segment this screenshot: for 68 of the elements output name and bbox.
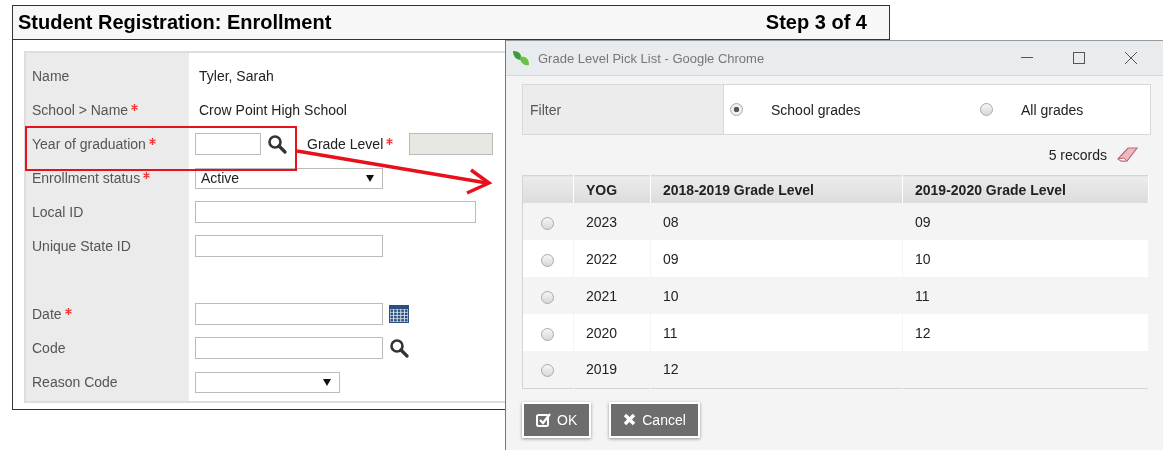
page-title: Student Registration: Enrollment (18, 11, 332, 34)
table-cell: 2019 (586, 361, 618, 378)
table-cell: 09 (915, 213, 931, 230)
dropdown[interactable] (195, 371, 340, 393)
calendar-icon[interactable] (389, 305, 409, 323)
table-cell: 12 (663, 361, 679, 378)
eraser-icon[interactable] (1117, 146, 1139, 164)
radio-button[interactable] (980, 103, 993, 116)
record-count: 5 records (1048, 147, 1107, 163)
field-label: Enrollment status (32, 170, 151, 186)
input-field[interactable] (195, 133, 261, 155)
column-header: 2019-2020 Grade Level (902, 175, 1149, 203)
date-field[interactable] (195, 303, 383, 325)
radio-button[interactable] (541, 327, 554, 341)
table-cell: 2023 (586, 213, 618, 230)
close-icon (623, 413, 637, 426)
ok-button[interactable]: OK (522, 401, 592, 438)
column-header: YOG (573, 175, 651, 203)
radio-button[interactable] (541, 290, 554, 304)
radio-label: School grades (771, 101, 861, 118)
field-label: Reason Code (32, 374, 118, 390)
window-title: Grade Level Pick List - Google Chrome (538, 50, 766, 66)
search-icon[interactable] (389, 338, 409, 358)
filter-label: Filter (530, 101, 562, 118)
radio-button[interactable] (541, 216, 554, 230)
input-field[interactable] (195, 201, 476, 223)
radio-button[interactable] (541, 253, 554, 267)
dropdown[interactable]: Active (195, 167, 383, 189)
minimize-icon[interactable] (1021, 57, 1033, 59)
table-cell: 2020 (586, 324, 618, 341)
field-label: Unique State ID (32, 238, 131, 254)
table-cell: 11 (663, 324, 678, 341)
input-field[interactable] (195, 235, 383, 257)
required-asterisk-icon (386, 138, 394, 145)
field-label: Grade Level (307, 136, 394, 152)
step-indicator: Step 3 of 4 (765, 11, 867, 34)
table-cell: 12 (915, 324, 931, 341)
table-cell: 10 (915, 250, 931, 267)
close-icon[interactable] (1125, 52, 1137, 64)
field-label: Local ID (32, 204, 84, 220)
field-value: Tyler, Sarah (198, 68, 274, 84)
table-cell: 09 (663, 250, 679, 267)
field-label: Name (32, 68, 70, 84)
search-icon[interactable] (267, 134, 287, 154)
field-value: Crow Point High School (198, 102, 347, 118)
table-cell: 08 (663, 213, 679, 230)
table-cell: 2022 (586, 250, 618, 267)
radio-label: All grades (1021, 101, 1084, 118)
maximize-icon[interactable] (1073, 52, 1085, 64)
table-cell: 11 (915, 287, 930, 304)
field-label: Date (32, 306, 72, 322)
input-field[interactable] (195, 337, 383, 359)
field-label: School > Name (32, 102, 139, 118)
grade-level-field[interactable] (409, 133, 494, 155)
table-cell: 2021 (586, 287, 618, 304)
radio-button[interactable] (541, 364, 554, 378)
required-asterisk-icon (148, 138, 156, 145)
radio-button[interactable] (730, 103, 743, 116)
field-label: Year of graduation (32, 136, 156, 152)
field-label: Code (32, 340, 66, 356)
required-asterisk-icon (131, 104, 139, 111)
column-header: 2018-2019 Grade Level (650, 175, 903, 203)
cancel-button[interactable]: Cancel (609, 401, 700, 438)
required-asterisk-icon (143, 172, 151, 179)
table-cell: 10 (663, 287, 679, 304)
required-asterisk-icon (64, 308, 72, 315)
checkbox-icon (536, 412, 551, 427)
leaf-icon (512, 49, 530, 67)
